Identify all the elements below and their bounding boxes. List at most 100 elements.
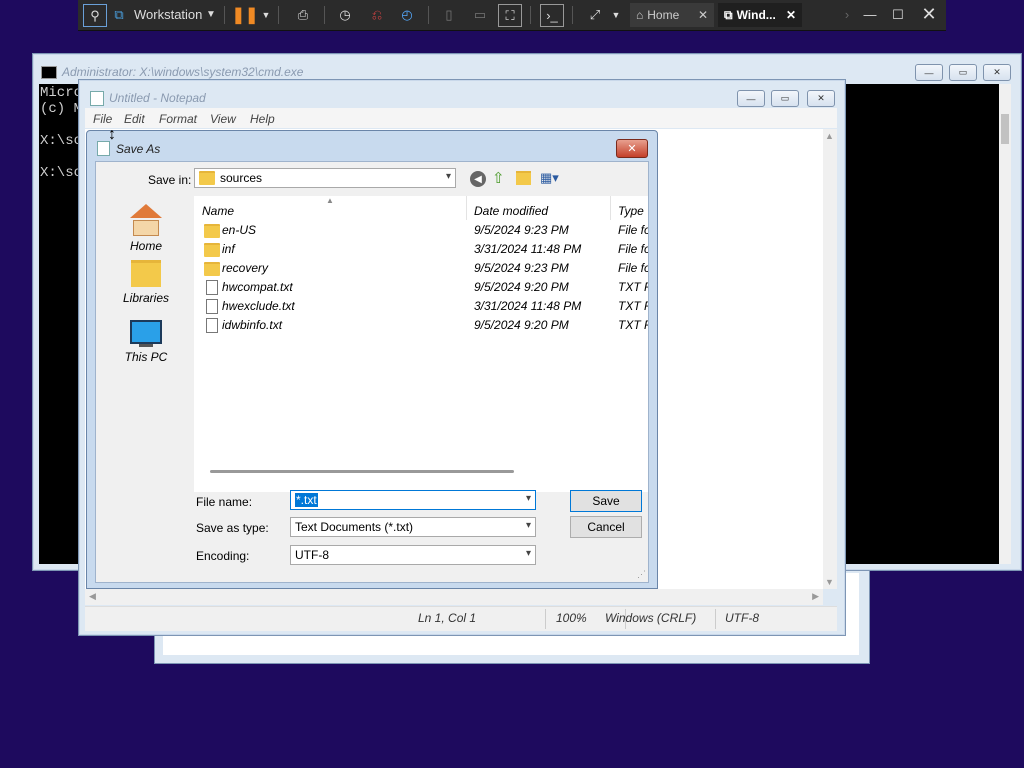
minimize-icon[interactable]: — [860,4,880,25]
send-keys-icon[interactable]: ⎙ [292,4,314,25]
view-menu-icon[interactable]: ▦▾ [540,170,559,186]
notepad-title: Untitled - Notepad [109,91,206,105]
cmd-scrollbar[interactable] [999,84,1011,564]
menu-file[interactable]: File [93,112,112,126]
chevron-down-icon[interactable]: ▼ [260,4,272,25]
file-row[interactable]: en-US 9/5/2024 9:23 PM File fo [194,221,648,240]
text-file-icon [206,299,218,314]
close-icon[interactable]: ✕ [918,4,940,25]
minimize-button[interactable]: — [737,90,765,107]
file-name: hwcompat.txt [222,280,293,294]
file-type: File fo [618,261,648,275]
file-name: inf [222,242,235,256]
libraries-icon [131,260,161,287]
chevron-down-icon: ▾ [525,493,531,504]
encoding-select[interactable]: UTF-8 ▾ [290,545,536,565]
file-date: 9/5/2024 9:23 PM [474,223,569,237]
close-button[interactable]: ✕ [616,139,648,158]
file-date: 3/31/2024 11:48 PM [474,299,582,313]
file-row[interactable]: idwbinfo.txt 9/5/2024 9:20 PM TXT F [194,316,648,335]
workstation-menu[interactable]: Workstation [134,4,204,25]
new-folder-icon[interactable] [516,171,531,185]
dialog-body: Save in: sources ▾ ◀ ⇧ ▦▾ Home Libraries [95,161,649,583]
revert-snapshot-icon[interactable]: ⎌ [366,4,388,25]
file-row[interactable]: hwexclude.txt 3/31/2024 11:48 PM TXT F [194,297,648,316]
place-libraries[interactable]: Libraries [96,260,196,305]
pin-icon[interactable]: ⚲ [83,4,107,27]
place-home[interactable]: Home [96,200,196,253]
snapshot-icon[interactable]: ◷ [334,4,356,25]
maximize-icon[interactable]: ☐ [888,4,908,25]
fullscreen-icon[interactable]: ⛶ [498,4,522,27]
resize-cursor-icon: ↕ [108,126,116,143]
chevron-down-icon[interactable]: ▼ [610,4,622,25]
save-type-select[interactable]: Text Documents (*.txt) ▾ [290,517,536,537]
file-name-label: File name: [196,495,253,509]
file-row[interactable]: recovery 9/5/2024 9:23 PM File fo [194,259,648,278]
sidebar-view-icon[interactable]: ▯ [438,4,460,25]
cancel-button[interactable]: Cancel [570,516,642,538]
status-zoom: 100% [556,611,587,625]
close-icon[interactable]: ✕ [786,8,796,22]
minimize-button[interactable]: — [915,64,943,81]
file-name: en-US [222,223,257,237]
menu-view[interactable]: View [210,112,236,126]
save-in-label: Save in: [148,173,192,187]
folder-icon [204,224,220,238]
status-position: Ln 1, Col 1 [418,611,477,625]
home-icon: ⌂ [636,8,644,22]
column-headers: Name Date modified Type [194,196,648,220]
menu-help[interactable]: Help [250,112,275,126]
close-button[interactable]: ✕ [983,64,1011,81]
tab-windows-vm[interactable]: ⧉ Wind... ✕ [718,3,802,27]
back-icon[interactable]: ◀ [470,171,486,187]
console-icon[interactable]: ›_ [540,4,564,27]
place-label: This PC [124,350,168,364]
place-this-pc[interactable]: This PC [96,320,196,364]
snapshot-manager-icon[interactable]: ◴ [396,4,418,25]
save-type-value: Text Documents (*.txt) [295,520,414,534]
maximize-button[interactable]: ▭ [949,64,977,81]
tab-label: Home [647,8,680,22]
file-row[interactable]: inf 3/31/2024 11:48 PM File fo [194,240,648,259]
stretch-icon[interactable]: ⤢ [584,4,606,25]
menu-format[interactable]: Format [159,112,197,126]
file-row[interactable]: hwcompat.txt 9/5/2024 9:20 PM TXT F [194,278,648,297]
file-type: TXT F [618,280,648,294]
resize-grip-icon[interactable]: ⋰ [637,569,646,580]
file-name: hwexclude.txt [222,299,295,313]
save-in-combo[interactable]: sources ▾ [194,168,456,188]
close-icon[interactable]: ✕ [698,8,708,22]
folder-icon [199,171,215,185]
chevron-down-icon[interactable]: ▼ [204,4,218,25]
close-button[interactable]: ✕ [807,90,835,107]
tab-home[interactable]: ⌂ Home ✕ [630,3,714,27]
dialog-title: Save As [116,142,161,156]
console-line: Micro [40,85,83,101]
tab-label: Wind... [736,8,776,22]
computer-icon [130,320,162,344]
save-type-label: Save as type: [196,521,269,535]
column-name[interactable]: Name [202,204,234,218]
pause-icon[interactable]: ❚❚ [232,4,259,25]
save-button[interactable]: Save [570,490,642,512]
chevron-right-icon[interactable]: › [840,4,854,25]
file-list[interactable]: ▲ Name Date modified Type en-US 9/5/2024… [194,196,648,492]
maximize-button[interactable]: ▭ [771,90,799,107]
column-date[interactable]: Date modified [474,204,548,218]
notepad-icon [90,91,104,106]
status-encoding: UTF-8 [725,611,759,625]
menu-edit[interactable]: Edit [124,112,145,126]
up-folder-icon[interactable]: ⇧ [492,169,505,187]
file-type: File fo [618,242,648,256]
horizontal-scrollbar-thumb[interactable] [210,470,514,473]
horizontal-scrollbar[interactable]: ◀ ▶ [85,589,823,605]
file-name-input[interactable]: *.txt ▾ [290,490,536,510]
thumbnail-view-icon[interactable]: ▭ [469,4,491,25]
save-as-dialog[interactable]: Save As ✕ Save in: sources ▾ ◀ ⇧ ▦▾ Home… [86,130,658,589]
column-type[interactable]: Type [618,204,644,218]
encoding-value: UTF-8 [295,548,329,562]
console-line: X:\so [40,165,83,181]
vertical-scrollbar[interactable]: ▲ ▼ [823,129,837,589]
